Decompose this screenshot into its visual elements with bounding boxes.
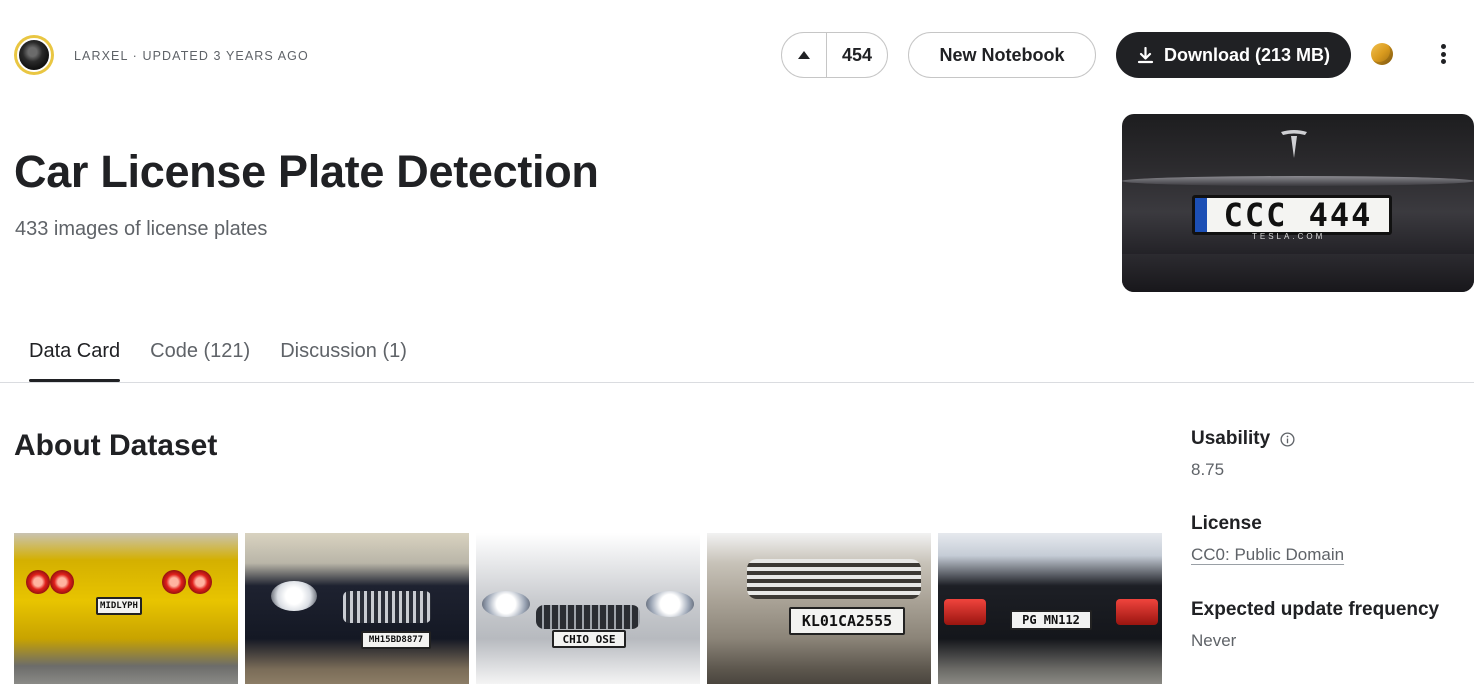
cover-plate-text: CCC 444 — [1223, 196, 1373, 234]
avatar-image — [17, 38, 51, 72]
usability-section: Usability 8.75 — [1191, 428, 1295, 480]
kidney-grille — [536, 605, 640, 629]
license-section: License CC0: Public Domain — [1191, 513, 1344, 565]
frequency-value: Never — [1191, 631, 1237, 650]
dataset-cover-image: CCC 444 TESLA.COM — [1122, 114, 1474, 292]
headlamp — [271, 581, 317, 611]
rear-bumper — [1122, 254, 1474, 292]
tab-data-card[interactable]: Data Card — [14, 336, 135, 382]
usability-value: 8.75 — [1191, 460, 1225, 479]
tail-lamp — [26, 570, 50, 594]
dataset-tabs: Data Card Code (121) Discussion (1) — [14, 336, 422, 382]
tesla-logo-icon — [1281, 130, 1307, 158]
sample-image-2[interactable]: MH15BD8877 — [245, 533, 469, 684]
sample-plate-5: PG MN112 — [1010, 610, 1092, 630]
tab-discussion[interactable]: Discussion (1) — [265, 336, 422, 382]
tail-lamp — [188, 570, 212, 594]
sample-plate-4: KL01CA2555 — [789, 607, 905, 635]
license-label: License — [1191, 513, 1262, 534]
vote-count[interactable]: 454 — [827, 45, 887, 66]
tail-lamp — [162, 570, 186, 594]
upvote-arrow-icon — [798, 51, 810, 59]
vote-widget: 454 — [781, 32, 888, 78]
info-icon[interactable] — [1280, 431, 1295, 447]
sample-image-5[interactable]: PG MN112 — [938, 533, 1162, 684]
sample-images-row: MIDLYPH MH15BD8877 CHIO OSE KL01CA2555 P… — [14, 533, 1162, 684]
usability-label: Usability — [1191, 428, 1271, 449]
license-link[interactable]: CC0: Public Domain — [1191, 545, 1344, 565]
download-icon — [1137, 46, 1154, 63]
dataset-subtitle: 433 images of license plates — [15, 218, 268, 240]
sample-plate-3: CHIO OSE — [552, 630, 626, 648]
chrome-grille — [747, 559, 921, 599]
sample-image-1[interactable]: MIDLYPH — [14, 533, 238, 684]
sample-plate-2: MH15BD8877 — [361, 631, 431, 649]
upvote-button[interactable] — [782, 33, 827, 77]
grille — [343, 591, 431, 623]
dataset-title: Car License Plate Detection — [14, 146, 599, 197]
tab-divider — [0, 382, 1474, 383]
owner-avatar[interactable] — [14, 35, 54, 75]
owner-update-line[interactable]: LARXEL · UPDATED 3 YEARS AGO — [74, 49, 309, 63]
headlamp — [482, 591, 530, 617]
tail-lamp — [944, 599, 986, 625]
gold-medal-icon[interactable] — [1371, 43, 1393, 65]
update-frequency-section: Expected update frequency Never — [1191, 599, 1439, 651]
trunk-chrome-strip — [1122, 176, 1474, 186]
dataset-page: LARXEL · UPDATED 3 YEARS AGO 454 New Not… — [0, 0, 1474, 688]
sample-plate-1: MIDLYPH — [96, 597, 142, 615]
plate-frame-text: TESLA.COM — [1252, 232, 1326, 241]
sample-image-3[interactable]: CHIO OSE — [476, 533, 700, 684]
download-button[interactable]: Download (213 MB) — [1116, 32, 1351, 78]
new-notebook-button[interactable]: New Notebook — [908, 32, 1096, 78]
headlamp — [646, 591, 694, 617]
cover-license-plate: CCC 444 — [1192, 195, 1392, 235]
tail-lamp — [1116, 599, 1158, 625]
sample-image-4[interactable]: KL01CA2555 — [707, 533, 931, 684]
about-dataset-heading: About Dataset — [14, 429, 218, 462]
more-vertical-icon[interactable] — [1434, 40, 1452, 68]
usability-label-row: Usability — [1191, 428, 1295, 450]
eu-band — [1195, 198, 1207, 232]
tab-code[interactable]: Code (121) — [135, 336, 265, 382]
tail-lamp — [50, 570, 74, 594]
frequency-label: Expected update frequency — [1191, 599, 1440, 620]
download-label: Download (213 MB) — [1163, 44, 1330, 65]
